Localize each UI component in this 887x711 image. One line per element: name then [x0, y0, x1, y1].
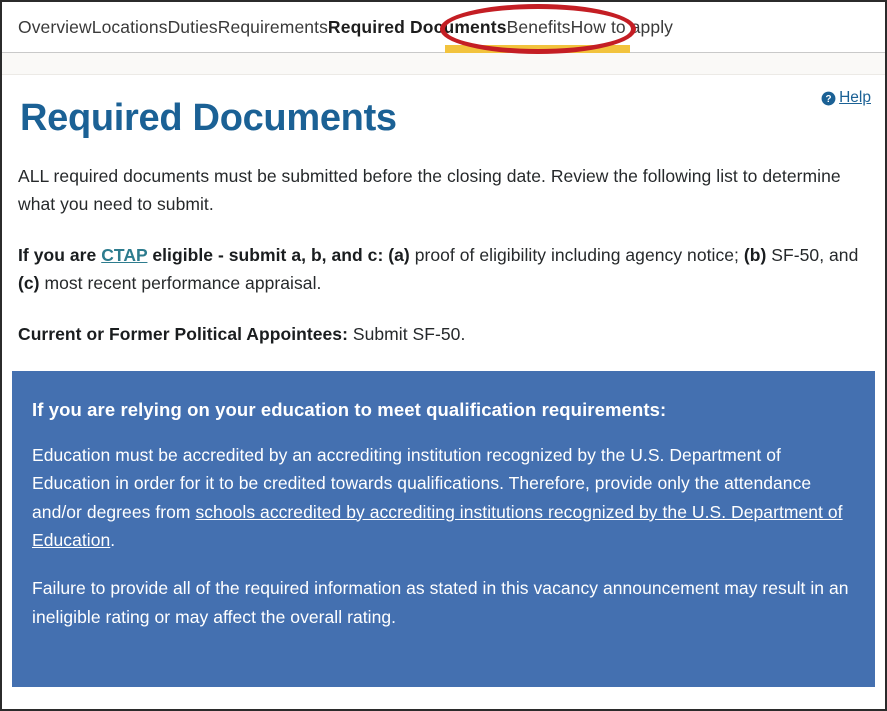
main-content: ? Help Required Documents ALL required d…	[2, 75, 885, 349]
callout-heading: If you are relying on your education to …	[32, 399, 667, 421]
sub-header-band	[2, 53, 885, 75]
political-appointees-text: Submit SF-50.	[347, 324, 466, 345]
help-link-label: Help	[839, 89, 871, 106]
ctap-plain-2: SF-50, and	[766, 245, 859, 266]
question-circle-icon: ?	[821, 91, 836, 105]
tab-duties[interactable]: Duties	[168, 17, 218, 38]
ctap-paragraph: If you are CTAP eligible - submit a, b, …	[18, 242, 869, 297]
ctap-bold-mid: eligible - submit a, b, and c: (a)	[147, 245, 410, 266]
intro-paragraph: ALL required documents must be submitted…	[18, 165, 841, 214]
ctap-bold-b: (b)	[743, 245, 767, 266]
ctap-bold-c: (c)	[18, 272, 40, 293]
tab-benefits[interactable]: Benefits	[507, 17, 571, 38]
tab-how-to-apply[interactable]: How to apply	[571, 17, 673, 38]
callout-para1-after: .	[110, 530, 116, 551]
tab-locations[interactable]: Locations	[92, 17, 168, 38]
tab-required-documents[interactable]: Required Documents	[328, 17, 507, 38]
political-appointees-paragraph: Current or Former Political Appointees: …	[18, 321, 869, 349]
active-tab-highlight-bar	[445, 45, 630, 53]
ctap-link[interactable]: CTAP	[101, 245, 147, 265]
education-callout-box: If you are relying on your education to …	[12, 371, 875, 688]
svg-text:?: ?	[826, 93, 832, 104]
ctap-plain-1: proof of eligibility including agency no…	[409, 245, 744, 266]
ctap-plain-3: most recent performance appraisal.	[39, 272, 322, 293]
ctap-lead: If you are	[18, 245, 102, 266]
help-link[interactable]: ? Help	[821, 89, 871, 107]
page-title: Required Documents	[20, 97, 397, 139]
tab-requirements[interactable]: Requirements	[218, 17, 328, 38]
vacancy-tab-bar: Overview Locations Duties Requirements R…	[2, 2, 885, 53]
screenshot-root: Overview Locations Duties Requirements R…	[0, 0, 887, 711]
callout-paragraph-failure: Failure to provide all of the required i…	[32, 578, 849, 627]
callout-paragraph-education: Education must be accredited by an accre…	[32, 441, 855, 554]
tab-overview[interactable]: Overview	[18, 17, 92, 38]
political-appointees-label: Current or Former Political Appointees:	[18, 324, 348, 345]
